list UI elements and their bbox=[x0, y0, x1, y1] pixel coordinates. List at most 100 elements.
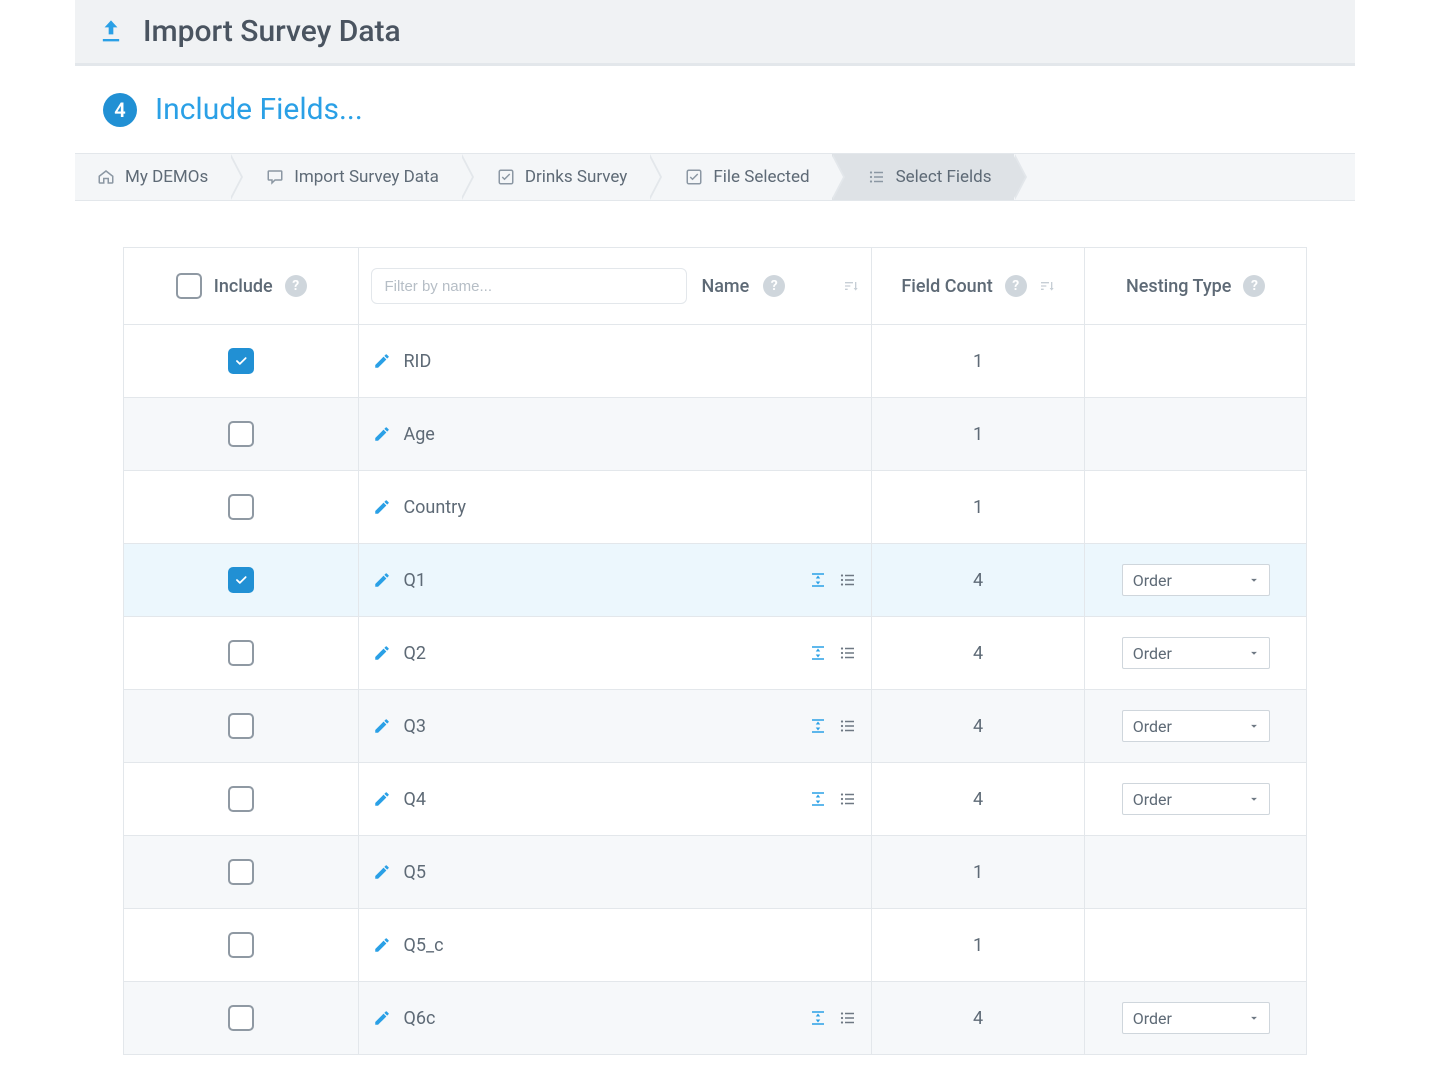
field-name: Q2 bbox=[403, 643, 426, 664]
col-nesting-header: Nesting Type ? bbox=[1085, 248, 1307, 325]
list-icon bbox=[868, 168, 886, 186]
pencil-icon[interactable] bbox=[373, 498, 391, 516]
expand-icon[interactable] bbox=[809, 644, 827, 662]
field-name: Q1 bbox=[403, 570, 426, 591]
nesting-type-select[interactable]: Order bbox=[1122, 637, 1270, 669]
field-count: 1 bbox=[973, 935, 983, 956]
name-filter-input[interactable] bbox=[371, 268, 687, 304]
chevron-down-icon bbox=[1247, 1011, 1261, 1025]
breadcrumb-label: Select Fields bbox=[896, 167, 992, 187]
field-name: Q3 bbox=[403, 716, 426, 737]
check-icon bbox=[685, 168, 703, 186]
nesting-type-value: Order bbox=[1133, 571, 1172, 590]
help-icon[interactable]: ? bbox=[285, 275, 307, 297]
pencil-icon[interactable] bbox=[373, 936, 391, 954]
nesting-type-value: Order bbox=[1133, 717, 1172, 736]
page-title: Import Survey Data bbox=[143, 14, 401, 49]
field-count: 1 bbox=[973, 497, 983, 518]
include-checkbox[interactable] bbox=[228, 421, 254, 447]
table-row: Q34Order bbox=[124, 690, 1307, 763]
table-row: Q44Order bbox=[124, 763, 1307, 836]
col-count-header: Field Count ? bbox=[871, 248, 1085, 325]
pencil-icon[interactable] bbox=[373, 352, 391, 370]
include-checkbox[interactable] bbox=[228, 1005, 254, 1031]
col-name-header: Name ? bbox=[359, 248, 871, 325]
include-checkbox[interactable] bbox=[228, 859, 254, 885]
breadcrumb-label: My DEMOs bbox=[125, 167, 208, 187]
breadcrumb-label: Import Survey Data bbox=[294, 167, 439, 187]
chevron-down-icon bbox=[1247, 792, 1261, 806]
table-row: Q5 1 bbox=[124, 836, 1307, 909]
field-count: 4 bbox=[973, 789, 983, 810]
expand-icon[interactable] bbox=[809, 571, 827, 589]
breadcrumb-label: Drinks Survey bbox=[525, 167, 628, 187]
fields-table: Include ? Name ? bbox=[123, 247, 1307, 1055]
expand-icon[interactable] bbox=[809, 1009, 827, 1027]
upload-icon bbox=[97, 18, 125, 46]
include-checkbox[interactable] bbox=[228, 713, 254, 739]
include-checkbox[interactable] bbox=[228, 567, 254, 593]
field-count: 1 bbox=[973, 862, 983, 883]
nesting-type-select[interactable]: Order bbox=[1122, 710, 1270, 742]
list-icon[interactable] bbox=[839, 1009, 857, 1027]
section-header: 4 Include Fields... bbox=[75, 64, 1355, 153]
help-icon[interactable]: ? bbox=[763, 275, 785, 297]
nesting-type-value: Order bbox=[1133, 790, 1172, 809]
home-icon bbox=[97, 168, 115, 186]
breadcrumb-item[interactable]: My DEMOs bbox=[75, 154, 230, 200]
field-name: Country bbox=[403, 497, 466, 518]
breadcrumb-item[interactable]: Import Survey Data bbox=[230, 154, 461, 200]
list-icon[interactable] bbox=[839, 644, 857, 662]
breadcrumb-item[interactable]: File Selected bbox=[649, 154, 831, 200]
col-include-header: Include ? bbox=[124, 248, 359, 325]
include-all-checkbox[interactable] bbox=[176, 273, 202, 299]
nesting-type-select[interactable]: Order bbox=[1122, 564, 1270, 596]
pencil-icon[interactable] bbox=[373, 571, 391, 589]
pencil-icon[interactable] bbox=[373, 425, 391, 443]
expand-icon[interactable] bbox=[809, 790, 827, 808]
pencil-icon[interactable] bbox=[373, 717, 391, 735]
pencil-icon[interactable] bbox=[373, 1009, 391, 1027]
table-row: RID1 bbox=[124, 325, 1307, 398]
list-icon[interactable] bbox=[839, 790, 857, 808]
breadcrumb-item[interactable]: Select Fields bbox=[832, 154, 1014, 200]
step-badge: 4 bbox=[103, 93, 137, 127]
field-name: Q5 bbox=[403, 862, 426, 883]
app-header: Import Survey Data bbox=[75, 0, 1355, 64]
table-row: Q5_c 1 bbox=[124, 909, 1307, 982]
nesting-type-value: Order bbox=[1133, 644, 1172, 663]
col-include-label: Include bbox=[214, 276, 273, 297]
col-name-label: Name bbox=[701, 276, 749, 297]
nesting-type-select[interactable]: Order bbox=[1122, 783, 1270, 815]
list-icon[interactable] bbox=[839, 717, 857, 735]
table-row: Q24Order bbox=[124, 617, 1307, 690]
table-row: Country 1 bbox=[124, 471, 1307, 544]
field-name: Q6c bbox=[403, 1008, 435, 1029]
include-checkbox[interactable] bbox=[228, 932, 254, 958]
help-icon[interactable]: ? bbox=[1243, 275, 1265, 297]
field-name: Age bbox=[403, 424, 434, 445]
field-count: 4 bbox=[973, 1008, 983, 1029]
nesting-type-select[interactable]: Order bbox=[1122, 1002, 1270, 1034]
sort-icon[interactable] bbox=[843, 278, 859, 294]
include-checkbox[interactable] bbox=[228, 786, 254, 812]
include-checkbox[interactable] bbox=[228, 348, 254, 374]
section-title: Include Fields... bbox=[155, 92, 363, 127]
pencil-icon[interactable] bbox=[373, 790, 391, 808]
col-count-label: Field Count bbox=[901, 276, 992, 297]
nesting-type-value: Order bbox=[1133, 1009, 1172, 1028]
include-checkbox[interactable] bbox=[228, 640, 254, 666]
table-row: Age1 bbox=[124, 398, 1307, 471]
list-icon[interactable] bbox=[839, 571, 857, 589]
chevron-down-icon bbox=[1247, 646, 1261, 660]
pencil-icon[interactable] bbox=[373, 644, 391, 662]
breadcrumb: My DEMOs Import Survey Data Drinks Survey F… bbox=[75, 153, 1355, 201]
include-checkbox[interactable] bbox=[228, 494, 254, 520]
expand-icon[interactable] bbox=[809, 717, 827, 735]
help-icon[interactable]: ? bbox=[1005, 275, 1027, 297]
sort-icon[interactable] bbox=[1039, 278, 1055, 294]
pencil-icon[interactable] bbox=[373, 863, 391, 881]
table-row: Q6c 4 Order bbox=[124, 982, 1307, 1055]
field-name: Q5_c bbox=[403, 935, 443, 956]
breadcrumb-item[interactable]: Drinks Survey bbox=[461, 154, 650, 200]
